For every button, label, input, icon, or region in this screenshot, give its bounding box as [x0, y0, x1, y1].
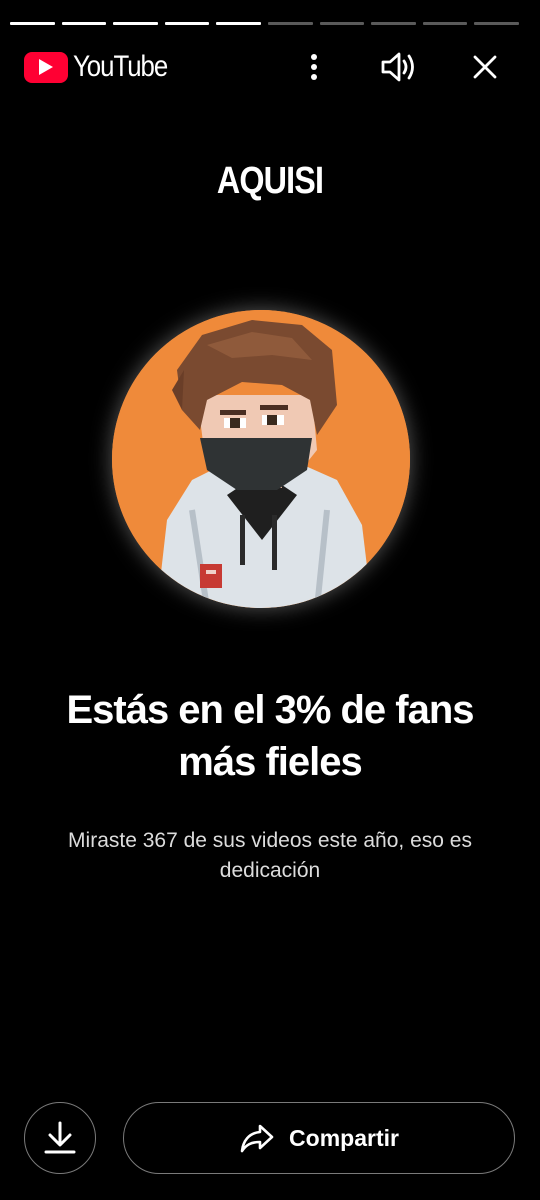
progress-segment [474, 22, 519, 25]
more-vert-icon [311, 54, 317, 80]
progress-segment [422, 22, 468, 25]
youtube-wordmark: YouTube [73, 50, 168, 83]
close-icon [473, 55, 497, 79]
download-button[interactable] [24, 1102, 96, 1174]
pixel-character-image [112, 310, 410, 608]
story-subtext: Miraste 367 de sus videos este año, eso … [68, 829, 472, 882]
youtube-play-icon [24, 51, 68, 83]
progress-segment [267, 22, 313, 25]
channel-avatar [112, 310, 410, 608]
story-headline: Estás en el 3% de fans más fieles [66, 688, 474, 784]
progress-segment [61, 22, 107, 25]
progress-segment [371, 22, 416, 25]
close-button[interactable] [461, 43, 509, 91]
progress-segment [10, 22, 55, 25]
story-progress-bar [10, 22, 519, 26]
progress-segment [216, 22, 261, 25]
volume-icon [381, 52, 414, 82]
download-icon [44, 1121, 76, 1154]
youtube-logo: YouTube [24, 50, 183, 84]
progress-segment [164, 22, 210, 25]
progress-segment [319, 22, 365, 25]
progress-segment [113, 22, 158, 25]
share-button[interactable]: Compartir [123, 1102, 515, 1174]
sound-toggle-button[interactable] [375, 43, 423, 91]
channel-name: AQUISI [216, 160, 324, 202]
more-options-button[interactable] [290, 43, 338, 91]
share-icon [240, 1124, 274, 1153]
share-button-label: Compartir [289, 1124, 399, 1151]
